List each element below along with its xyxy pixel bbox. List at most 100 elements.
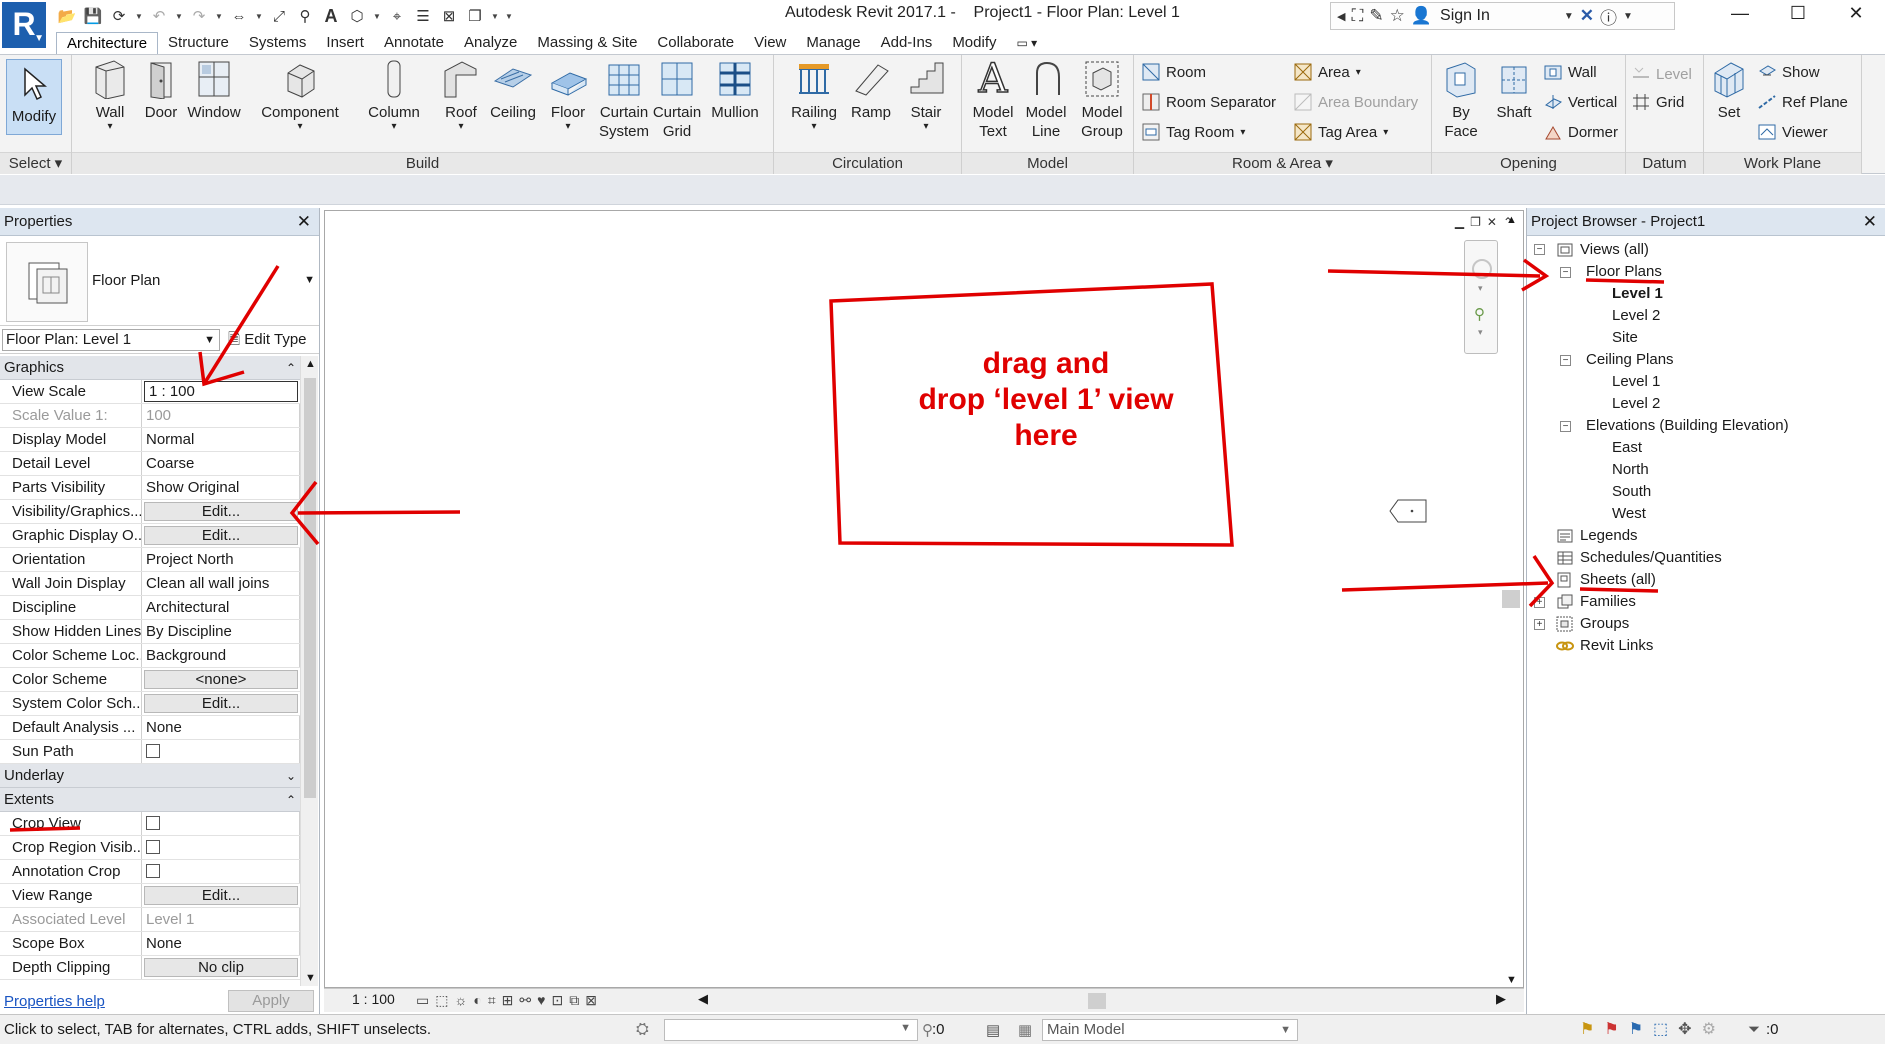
aligned-dimension-icon[interactable]: ⤢ [268,5,290,27]
tree-revit-links[interactable]: Revit Links [1580,636,1653,656]
tag-room-button[interactable]: Tag Room ▾ [1142,123,1245,141]
tab-insert[interactable]: Insert [316,32,374,54]
tree-ceiling-plans[interactable]: Ceiling Plans [1586,350,1674,370]
restore-icon[interactable]: ❐ [1470,215,1481,229]
crop-view-checkbox[interactable] [146,816,160,830]
tab-add-ins[interactable]: Add-Ins [871,32,943,54]
depth-clipping-button[interactable]: No clip [144,958,298,977]
tree-ceiling-plan-level-1[interactable]: Level 1 [1612,372,1660,392]
select-pinned-icon[interactable]: ⚑ [1629,1019,1643,1039]
model-line-button[interactable]: Model Line [1018,59,1074,141]
maximize-icon[interactable]: ☐ [1769,0,1827,26]
scrollbar-thumb[interactable] [304,378,316,798]
discipline-value[interactable]: Architectural [142,596,300,619]
model-group-button[interactable]: Model Group [1072,59,1132,141]
minimize-icon[interactable]: — [1711,0,1769,26]
tree-elevation-south[interactable]: South [1612,482,1651,502]
tree-views-all[interactable]: Views (all) [1580,240,1649,260]
area-button[interactable]: Area ▾ [1294,63,1361,81]
close-icon[interactable]: ✕ [1827,0,1885,26]
star-icon[interactable]: ☆ [1390,6,1405,26]
tag-icon[interactable]: ⚲ [294,5,316,27]
worksets-icon[interactable]: ⛭ [636,1021,649,1039]
tree-sheets-all[interactable]: Sheets (all) [1580,570,1656,590]
text-icon[interactable]: A [320,5,342,27]
tab-view[interactable]: View [744,32,796,54]
scroll-up-icon[interactable]: ▲ [1506,214,1517,226]
chevron-down-icon[interactable]: ▾ [1478,283,1483,294]
application-menu-button[interactable]: R ▼ [2,2,46,48]
graphics-section-header[interactable]: Graphics ⌃ [0,356,300,380]
display-model-value[interactable]: Normal [142,428,300,451]
tree-ceiling-plan-level-2[interactable]: Level 2 [1612,394,1660,414]
tree-floor-plans[interactable]: Floor Plans [1586,262,1662,282]
floor-button[interactable]: Floor ▾ [540,59,596,132]
modify-button[interactable]: Modify [6,59,62,135]
tab-architecture[interactable]: Architecture [56,32,159,54]
redo-icon[interactable]: ↷ [188,5,210,27]
scroll-up-icon[interactable]: ▲ [305,358,316,370]
extents-section-header[interactable]: Extents ⌃ [0,788,300,812]
3d-view-icon[interactable]: ⬡ [346,5,368,27]
collapse-toggle[interactable]: − [1560,421,1571,432]
help-icon[interactable]: ⓘ [1600,4,1617,29]
collapse-toggle[interactable]: − [1534,244,1545,255]
worksets-dropdown[interactable]: ▼ [664,1019,918,1041]
visual-style-icon[interactable]: ⬚ [435,992,448,1009]
chevron-down-icon[interactable]: ▼ [304,274,315,286]
exchange-apps-icon[interactable]: ✕ [1580,6,1594,26]
show-constraints-icon[interactable]: ⊠ [585,992,597,1009]
tree-floor-plan-site[interactable]: Site [1612,328,1638,348]
section-icon[interactable]: ⌖ [386,5,408,27]
room-area-dropdown[interactable]: Room & Area ▾ [1134,152,1431,174]
horizontal-scrollbar-thumb[interactable] [1088,993,1106,1009]
column-button[interactable]: Column ▾ [354,59,434,132]
scrollbar-thumb[interactable] [1502,590,1520,608]
properties-scrollbar[interactable]: ▲ ▼ [300,356,318,986]
design-option-dropdown[interactable]: Main Model ▼ [1042,1019,1298,1041]
ribbon-minimize-toggle[interactable]: ▭ ▾ [1007,32,1048,54]
select-by-face-icon[interactable]: ⬚ [1653,1019,1668,1039]
curtain-system-button[interactable]: Curtain System [596,59,652,141]
collapse-toggle[interactable]: − [1560,355,1571,366]
sync-icon[interactable]: ⟳ [108,5,130,27]
view-scale-input[interactable]: 1 : 100 [144,381,298,402]
parts-visibility-value[interactable]: Show Original [142,476,300,499]
shadows-icon[interactable]: ◐ [473,992,481,1009]
expand-toggle[interactable]: + [1534,597,1545,608]
close-icon[interactable]: ✕ [1487,215,1497,229]
tab-modify[interactable]: Modify [942,32,1006,54]
close-icon[interactable]: ✕ [1863,208,1877,236]
instance-filter-dropdown[interactable]: Floor Plan: Level 1 ▼ [2,329,220,351]
stair-button[interactable]: Stair ▾ [898,59,954,132]
customize-qat-icon[interactable]: ▼ [504,12,514,21]
select-underlay-icon[interactable]: ⚑ [1604,1019,1618,1039]
subscription-icon[interactable]: ✎ [1369,6,1383,26]
detail-level-icon[interactable]: ▭ [416,992,429,1009]
set-work-plane-button[interactable]: Set [1708,59,1750,122]
select-dropdown[interactable]: Select ▾ [0,152,71,174]
background-processes-icon[interactable]: ⚙ [1702,1019,1716,1039]
type-selector[interactable]: Floor Plan ▼ [0,236,319,326]
undo-icon[interactable]: ↶ [148,5,170,27]
filter-icon[interactable]: ⏷ [1748,1021,1760,1038]
collapse-arrow-icon[interactable]: ◀ [1337,10,1345,23]
analytical-model-icon[interactable]: ⊡ [551,992,563,1009]
chevron-down-icon[interactable]: ▼ [1623,11,1633,22]
user-icon[interactable]: 👤 [1411,6,1432,26]
tree-elevation-east[interactable]: East [1612,438,1642,458]
crop-region-visible-checkbox[interactable] [146,840,160,854]
system-color-scheme-edit-button[interactable]: Edit... [144,694,298,713]
area-boundary-button[interactable]: Area Boundary [1294,93,1418,111]
save-icon[interactable]: 💾 [82,5,104,27]
tab-manage[interactable]: Manage [796,32,870,54]
shaft-button[interactable]: Shaft [1486,59,1542,122]
sun-path-icon[interactable]: ☼ [454,992,467,1009]
annotation-crop-checkbox[interactable] [146,864,160,878]
wall-opening-button[interactable]: Wall [1544,63,1597,81]
railing-button[interactable]: Railing ▾ [784,59,844,132]
drag-elements-icon[interactable]: ✥ [1678,1019,1691,1039]
tree-schedules-quantities[interactable]: Schedules/Quantities [1580,548,1722,568]
graphic-display-edit-button[interactable]: Edit... [144,526,298,545]
edit-type-button[interactable]: 🗎 Edit Type [228,329,307,351]
